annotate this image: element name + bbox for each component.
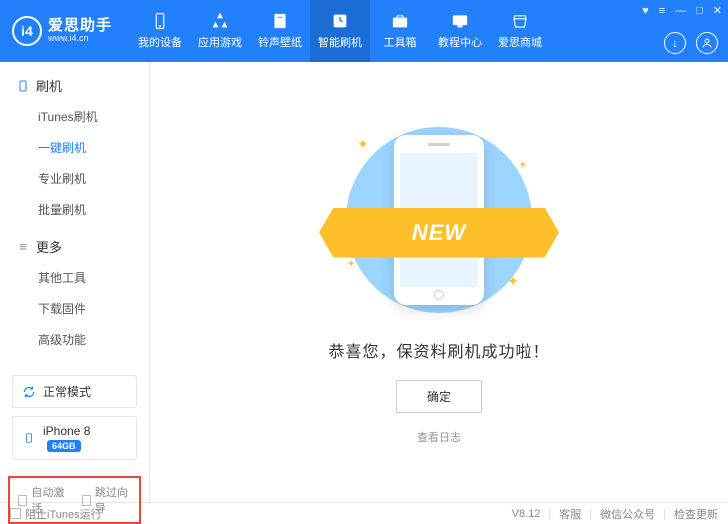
top-nav: 我的设备 应用游戏 铃声壁纸 智能刷机 工具箱 教程中心 爱思商城 <box>130 0 550 62</box>
minimize-icon[interactable]: — <box>675 5 686 17</box>
phone-outline-icon <box>16 79 30 93</box>
nav-label: 智能刷机 <box>318 34 362 50</box>
group-label: 更多 <box>36 237 62 256</box>
view-log-link[interactable]: 查看日志 <box>417 429 461 445</box>
checkbox-label: 阻止iTunes运行 <box>25 506 102 522</box>
nav-ringtones[interactable]: 铃声壁纸 <box>250 0 310 62</box>
confirm-button[interactable]: 确定 <box>396 380 482 413</box>
nav-tutorials[interactable]: 教程中心 <box>430 0 490 62</box>
nav-toolbox[interactable]: 工具箱 <box>370 0 430 62</box>
logo-icon: i4 <box>12 16 42 46</box>
download-button[interactable]: ↓ <box>664 32 686 54</box>
sidebar-item-oneclick-flash[interactable]: 一键刷机 <box>0 132 149 163</box>
sidebar-group-more: ≡ 更多 <box>0 237 149 256</box>
window-controls: ♥ ≡ — □ ✕ <box>642 4 722 17</box>
sidebar-item-advanced[interactable]: 高级功能 <box>0 324 149 355</box>
sidebar-item-pro-flash[interactable]: 专业刷机 <box>0 163 149 194</box>
flash-icon <box>331 12 349 30</box>
nav-label: 工具箱 <box>384 34 417 50</box>
storage-badge: 64GB <box>47 440 81 452</box>
footer-update-link[interactable]: 检查更新 <box>674 506 718 522</box>
mode-label: 正常模式 <box>43 383 91 400</box>
nav-my-device[interactable]: 我的设备 <box>130 0 190 62</box>
store-icon <box>511 12 529 30</box>
main-content: ✦ ✦ ✦ ✦ NEW 恭喜您，保资料刷机成功啦！ 确定 查看日志 <box>150 62 728 502</box>
sidebar-item-itunes-flash[interactable]: iTunes刷机 <box>0 101 149 132</box>
logo-title: 爱思助手 <box>48 18 112 35</box>
nav-apps-games[interactable]: 应用游戏 <box>190 0 250 62</box>
toolbox-icon <box>391 12 409 30</box>
app-header: i4 爱思助手 www.i4.cn 我的设备 应用游戏 铃声壁纸 智能刷机 工具… <box>0 0 728 62</box>
nav-label: 教程中心 <box>438 34 482 50</box>
version-label: V8.12 <box>512 508 541 520</box>
maximize-icon[interactable]: □ <box>696 5 703 17</box>
more-icon: ≡ <box>16 240 30 254</box>
nav-label: 爱思商城 <box>498 34 542 50</box>
menu-icon[interactable]: ≡ <box>659 5 665 17</box>
nav-store[interactable]: 爱思商城 <box>490 0 550 62</box>
mode-indicator[interactable]: 正常模式 <box>12 375 137 408</box>
close-icon[interactable]: ✕ <box>713 4 722 17</box>
new-ribbon: NEW <box>319 208 559 258</box>
user-button[interactable] <box>696 32 718 54</box>
tutorial-icon <box>451 12 469 30</box>
nav-label: 我的设备 <box>138 34 182 50</box>
group-label: 刷机 <box>36 76 62 95</box>
sidebar-item-download-firmware[interactable]: 下载固件 <box>0 293 149 324</box>
device-label: iPhone 8 <box>43 424 90 438</box>
cart-icon[interactable]: ♥ <box>642 5 649 17</box>
music-icon <box>271 12 289 30</box>
device-phone-icon <box>21 430 37 446</box>
footer-service-link[interactable]: 客服 <box>559 506 581 522</box>
sidebar: 刷机 iTunes刷机 一键刷机 专业刷机 批量刷机 ≡ 更多 其他工具 下载固… <box>0 62 150 502</box>
success-message: 恭喜您，保资料刷机成功啦！ <box>328 338 549 362</box>
nav-label: 应用游戏 <box>198 34 242 50</box>
checkbox-icon <box>10 508 21 519</box>
refresh-icon <box>21 384 37 400</box>
nav-smart-flash[interactable]: 智能刷机 <box>310 0 370 62</box>
checkbox-icon <box>18 495 27 506</box>
footer-wechat-link[interactable]: 微信公众号 <box>600 506 655 522</box>
sidebar-group-flash: 刷机 <box>0 76 149 95</box>
success-illustration: ✦ ✦ ✦ ✦ NEW <box>329 120 549 320</box>
sidebar-item-batch-flash[interactable]: 批量刷机 <box>0 194 149 225</box>
phone-icon <box>151 12 169 30</box>
nav-label: 铃声壁纸 <box>258 34 302 50</box>
device-indicator[interactable]: iPhone 8 64GB <box>12 416 137 460</box>
apps-icon <box>211 12 229 30</box>
sidebar-item-other-tools[interactable]: 其他工具 <box>0 262 149 293</box>
header-user: ↓ <box>664 32 718 54</box>
logo-subtitle: www.i4.cn <box>48 34 112 44</box>
logo: i4 爱思助手 www.i4.cn <box>0 16 124 46</box>
checkbox-block-itunes[interactable]: 阻止iTunes运行 <box>10 506 102 522</box>
checkbox-icon <box>82 495 91 506</box>
